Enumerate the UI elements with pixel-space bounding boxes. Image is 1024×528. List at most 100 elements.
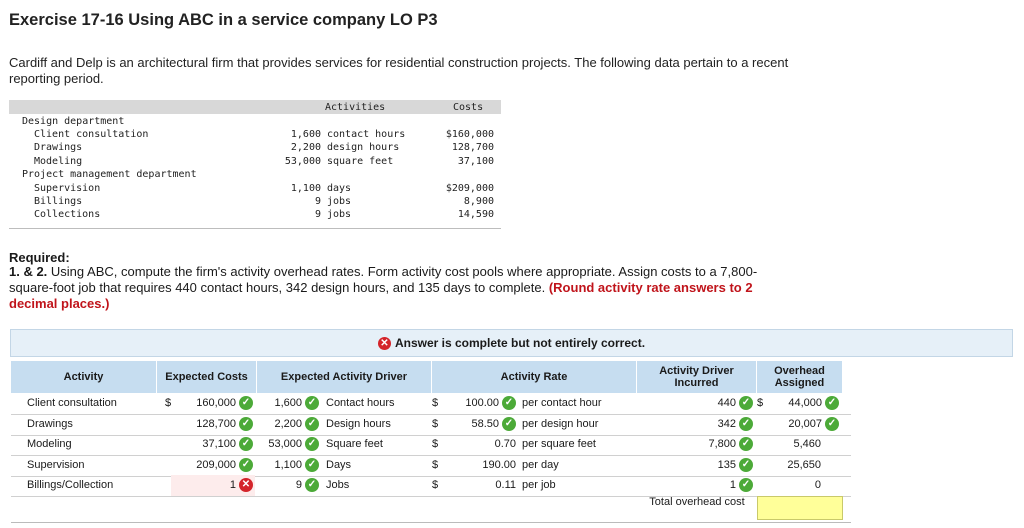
col-overhead-assigned: Overhead Assigned: [757, 361, 843, 393]
page-title: Exercise 17-16 Using ABC in a service co…: [9, 11, 438, 29]
driver-quantity-input[interactable]: 1,100 ✓: [261, 455, 321, 476]
driver-quantity-input-text: 1,100: [274, 458, 302, 471]
data-line-quantity: 1,600: [290, 129, 321, 141]
driver-quantity-input[interactable]: 2,200 ✓: [261, 414, 321, 435]
check-icon: ✓: [825, 416, 839, 431]
check-icon: ✓: [739, 437, 753, 452]
activity-name-text: Supervision: [27, 458, 85, 471]
data-table-bottom-rule: [9, 228, 501, 229]
overhead-assigned-input[interactable]: 20,007 ✓: [763, 414, 841, 435]
expected-cost-input[interactable]: 37,100 ✓: [171, 434, 255, 455]
driver-unit-select[interactable]: Square feet: [326, 434, 431, 455]
activity-rate-input[interactable]: 0.11: [446, 475, 518, 496]
data-table-header: [9, 100, 501, 114]
activity-rate-input-text: 190.00: [482, 458, 516, 471]
driver-quantity-input[interactable]: 1,600 ✓: [261, 393, 321, 414]
driver-quantity-input-text: 2,200: [274, 417, 302, 430]
activity-rate-input[interactable]: 100.00 ✓: [446, 393, 518, 414]
activity-rate-input[interactable]: 58.50 ✓: [446, 414, 518, 435]
check-icon: ✓: [739, 457, 753, 472]
driver-incurred-input[interactable]: 7,800 ✓: [651, 434, 755, 455]
data-line-quantity: 9: [314, 195, 321, 207]
driver-incurred-input-text: 342: [717, 417, 736, 430]
overhead-assigned-input[interactable]: 5,460: [763, 434, 841, 455]
driver-quantity-input-text: 53,000: [268, 438, 302, 450]
expected-cost-input[interactable]: 128,700 ✓: [171, 414, 255, 435]
rate-dollar-sign-text: $: [432, 438, 439, 450]
rate-unit-select[interactable]: per square feet: [522, 434, 636, 455]
driver-incurred-input-text: 135: [717, 458, 736, 471]
driver-quantity-input-text: 9: [295, 479, 302, 491]
data-line: Design department: [9, 115, 501, 128]
overhead-assigned-input[interactable]: 44,000 ✓: [763, 393, 841, 414]
data-line-unit: contact hours: [327, 129, 406, 141]
col-expected-costs: Expected Costs: [157, 361, 257, 393]
overhead-assigned-input[interactable]: 0: [763, 475, 841, 496]
required-lead: 1. & 2.: [9, 264, 48, 279]
expected-cost-input[interactable]: 160,000 ✓: [171, 393, 255, 414]
table-row: Drawings 128,700 ✓ 2,200 ✓ Design hours $58.50…: [11, 414, 851, 436]
answer-status-text: Answer is complete but not entirely corr…: [394, 336, 646, 350]
driver-incurred-input[interactable]: 342 ✓: [651, 414, 755, 435]
data-line-unit: design hours: [327, 142, 400, 154]
data-line-unit: days: [327, 182, 352, 194]
data-line-cost: 128,700: [451, 142, 494, 154]
driver-unit-select[interactable]: Days: [326, 455, 431, 476]
data-line-cost: 37,100: [457, 155, 494, 167]
check-icon: ✓: [239, 416, 253, 431]
data-line: Client consultation 1,600 contact hours $16…: [9, 128, 501, 141]
activity-name: Client consultation: [27, 393, 155, 414]
driver-quantity-input[interactable]: 9 ✓: [261, 475, 321, 496]
data-line-quantity: 9: [314, 208, 321, 220]
check-icon: ✓: [502, 396, 516, 411]
error-icon: ✕: [377, 336, 391, 350]
activity-rate-input[interactable]: 0.70: [446, 434, 518, 455]
driver-unit-select[interactable]: Jobs: [326, 475, 431, 496]
required-text: 1. & 2. Using ABC, compute the firm's ac…: [9, 264, 789, 312]
expected-cost-input[interactable]: 1 ✕: [171, 475, 255, 496]
driver-unit-select-text: Contact hours: [326, 397, 395, 409]
table-row: Client consultation $160,000 ✓ 1,600 ✓ Contac…: [11, 393, 851, 415]
rate-unit-select[interactable]: per day: [522, 455, 636, 476]
intro-text: Cardiff and Delp is an architectural fir…: [9, 55, 789, 86]
costs-header: Costs: [453, 102, 484, 113]
rate-unit-select[interactable]: per job: [522, 475, 636, 496]
activity-name-text: Modeling: [27, 438, 72, 450]
activity-name-text: Client consultation: [27, 397, 117, 409]
rate-unit-select-text: per day: [522, 458, 559, 471]
activity-name-text: Drawings: [27, 417, 73, 430]
data-line: Billings 9 jobs 8,900: [9, 195, 501, 208]
driver-incurred-input[interactable]: 1 ✓: [651, 475, 755, 496]
activities-header: Activities: [325, 102, 386, 113]
check-icon: ✓: [239, 396, 253, 411]
activity-rate-input-text: 0.70: [494, 438, 516, 450]
rate-unit-select[interactable]: per design hour: [522, 414, 636, 435]
rate-unit-select[interactable]: per contact hour: [522, 393, 636, 414]
table-row: Modeling 37,100 ✓ 53,000 ✓ Square feet $0.70 pe…: [11, 434, 851, 456]
check-icon: ✓: [739, 396, 753, 411]
driver-unit-select[interactable]: Contact hours: [326, 393, 431, 414]
expected-cost-input[interactable]: 209,000 ✓: [171, 455, 255, 476]
activity-name: Billings/Collection: [27, 475, 155, 496]
driver-incurred-input[interactable]: 440 ✓: [651, 393, 755, 414]
rate-dollar-sign: $: [432, 455, 446, 476]
activity-rate-input[interactable]: 190.00: [446, 455, 518, 476]
rate-unit-select-text: per design hour: [522, 417, 599, 430]
driver-unit-select[interactable]: Design hours: [326, 414, 431, 435]
data-line: Drawings 2,200 design hours 128,700: [9, 141, 501, 154]
rate-dollar-sign: $: [432, 475, 446, 496]
driver-incurred-input-text: 7,800: [708, 438, 736, 450]
check-icon: ✓: [305, 396, 319, 411]
total-overhead-input[interactable]: [757, 496, 843, 520]
check-icon: ✓: [239, 457, 253, 472]
driver-incurred-input[interactable]: 135 ✓: [651, 455, 755, 476]
driver-quantity-input-text: 1,600: [274, 397, 302, 409]
data-line-label: Modeling: [34, 155, 83, 167]
data-table: Activities Costs Design department Client…: [9, 100, 501, 230]
driver-quantity-input[interactable]: 53,000 ✓: [261, 434, 321, 455]
rate-dollar-sign-text: $: [432, 417, 439, 430]
data-line-cost: $209,000: [445, 182, 494, 194]
required-heading: Required:: [9, 250, 70, 265]
expected-cost-input-text: 37,100: [202, 438, 236, 450]
overhead-assigned-input[interactable]: 25,650: [763, 455, 841, 476]
